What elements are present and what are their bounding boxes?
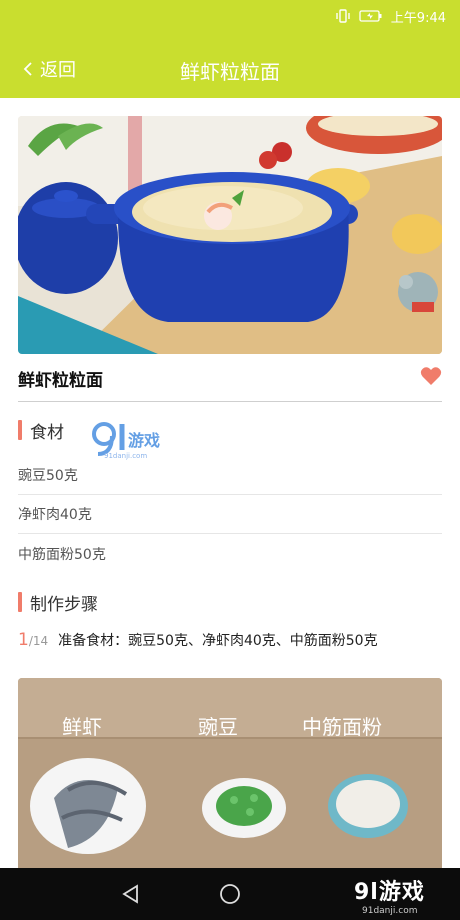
step-total: /14	[28, 634, 49, 648]
circle-home-icon	[220, 884, 240, 904]
ingredient-item: 中筋面粉50克	[18, 546, 106, 563]
ingredients-heading: 食材	[18, 418, 64, 443]
step-number: 1	[18, 630, 29, 650]
app-header: 上午9:44 返回 鲜虾粒粒面	[0, 0, 460, 98]
step-image-label-flour: 中筋面粉	[302, 715, 382, 739]
steps-heading: 制作步骤	[18, 590, 98, 615]
page-title: 鲜虾粒粒面	[180, 60, 280, 84]
system-home-button[interactable]	[219, 883, 241, 909]
dish-name: 鲜虾粒粒面	[18, 371, 103, 391]
ingredients-heading-label: 食材	[30, 422, 64, 443]
section-bar	[18, 592, 22, 612]
status-time: 上午9:44	[390, 10, 446, 26]
brand-watermark: 9l游戏 91danji.com	[354, 874, 425, 916]
step-image-label-shrimp: 鲜虾	[62, 715, 102, 739]
dish-title-row: 鲜虾粒粒面	[18, 362, 442, 402]
step-photo: 鲜虾 豌豆 中筋面粉	[18, 678, 442, 870]
steps-heading-label: 制作步骤	[30, 594, 98, 615]
step-description: 1/14 准备食材：豌豆50克、净虾肉40克、中筋面粉50克	[18, 630, 442, 651]
status-bar: 上午9:44	[335, 6, 446, 26]
vibrate-icon	[336, 9, 350, 23]
step-image-label-peas: 豌豆	[198, 715, 238, 739]
triangle-back-icon	[122, 884, 138, 904]
heart-icon	[420, 367, 442, 385]
svg-text:游戏: 游戏	[128, 431, 160, 450]
nav-bar: 返回 鲜虾粒粒面	[0, 44, 460, 94]
ingredient-item: 豌豆50克	[18, 456, 442, 495]
brand-site: 91danji.com	[362, 906, 418, 916]
dish-photo	[18, 116, 442, 354]
brand-logo: 9l游戏	[354, 880, 425, 905]
section-bar	[18, 420, 22, 440]
favorite-button[interactable]	[420, 366, 442, 390]
step-text: 准备食材：豌豆50克、净虾肉40克、中筋面粉50克	[58, 633, 378, 649]
system-nav-bar: 9l游戏 91danji.com	[0, 868, 460, 920]
ingredient-list: 豌豆50克 净虾肉40克 中筋面粉50克	[18, 456, 442, 573]
system-back-button[interactable]	[120, 883, 142, 909]
battery-icon	[359, 10, 382, 22]
ingredient-item: 净虾肉40克	[18, 495, 442, 534]
